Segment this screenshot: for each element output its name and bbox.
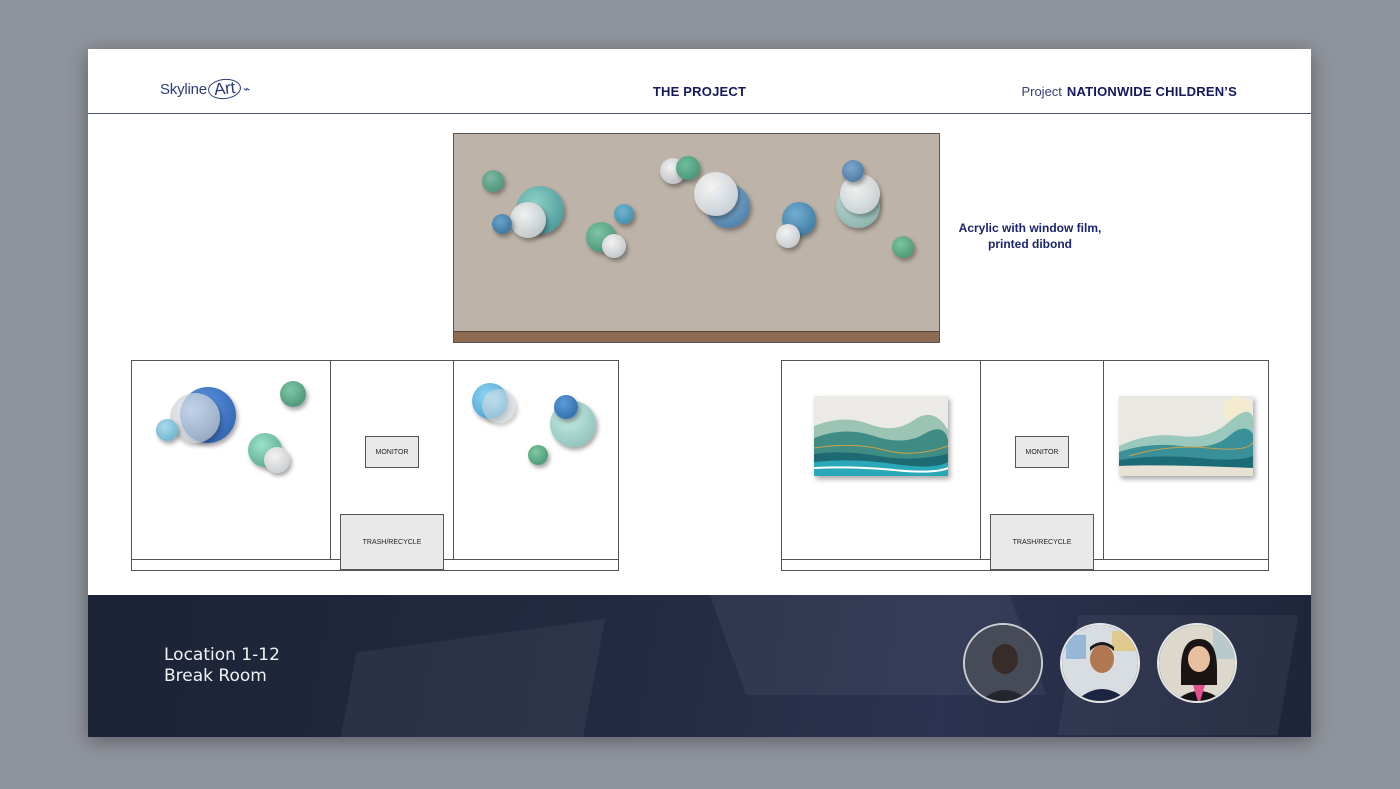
avatar	[1157, 623, 1237, 703]
wall-divider	[453, 361, 454, 559]
location-room: Break Room	[164, 666, 267, 686]
art-disc	[264, 447, 290, 473]
landscape-artwork	[814, 396, 948, 476]
art-disc	[492, 214, 512, 234]
art-disc	[510, 202, 546, 238]
art-disc	[280, 381, 306, 407]
art-disc	[528, 445, 548, 465]
material-note-line1: Acrylic with window film,	[958, 221, 1102, 235]
wall-divider	[330, 361, 331, 559]
art-disc	[482, 389, 516, 423]
avatar	[1060, 623, 1140, 703]
avatar	[963, 623, 1043, 703]
background-table-shape	[330, 618, 606, 737]
footer-banner: Location 1-12 Break Room	[88, 595, 1311, 737]
header: Skyline Art ⌁ THE PROJECT Project NATIONW…	[88, 49, 1311, 114]
art-disc	[842, 160, 864, 182]
wall-divider	[980, 361, 981, 559]
art-disc	[676, 156, 700, 180]
art-disc	[170, 393, 220, 443]
art-disc	[156, 419, 178, 441]
slide: Skyline Art ⌁ THE PROJECT Project NATIONW…	[88, 49, 1311, 737]
art-disc	[694, 172, 738, 216]
monitor-box: MONITOR	[365, 436, 419, 468]
art-disc	[776, 224, 800, 248]
art-disc	[554, 395, 578, 419]
project-name-text: NATIONWIDE CHILDREN’S	[1066, 84, 1237, 99]
trash-recycle-box: TRASH/RECYCLE	[340, 514, 444, 570]
location-number: Location 1-12	[164, 645, 280, 665]
floor-strip	[454, 331, 939, 342]
room-plan-discs: MONITOR TRASH/RECYCLE	[131, 360, 619, 571]
trash-recycle-box: TRASH/RECYCLE	[990, 514, 1094, 570]
project-label: Project	[1021, 84, 1062, 99]
art-disc	[892, 236, 914, 258]
location-label: Location 1-12 Break Room	[164, 645, 280, 687]
monitor-box: MONITOR	[1015, 436, 1069, 468]
art-disc	[602, 234, 626, 258]
project-name: Project NATIONWIDE CHILDREN’S	[1021, 84, 1237, 99]
art-disc	[482, 170, 504, 192]
wall-elevation	[453, 133, 940, 343]
room-plan-landscapes: MONITOR TRASH/RECYCLE	[781, 360, 1269, 571]
wall-divider	[1103, 361, 1104, 559]
art-disc	[614, 204, 634, 224]
material-note: Acrylic with window film, printed dibond	[950, 220, 1110, 252]
material-note-line2: printed dibond	[988, 237, 1072, 251]
landscape-artwork	[1119, 396, 1253, 476]
